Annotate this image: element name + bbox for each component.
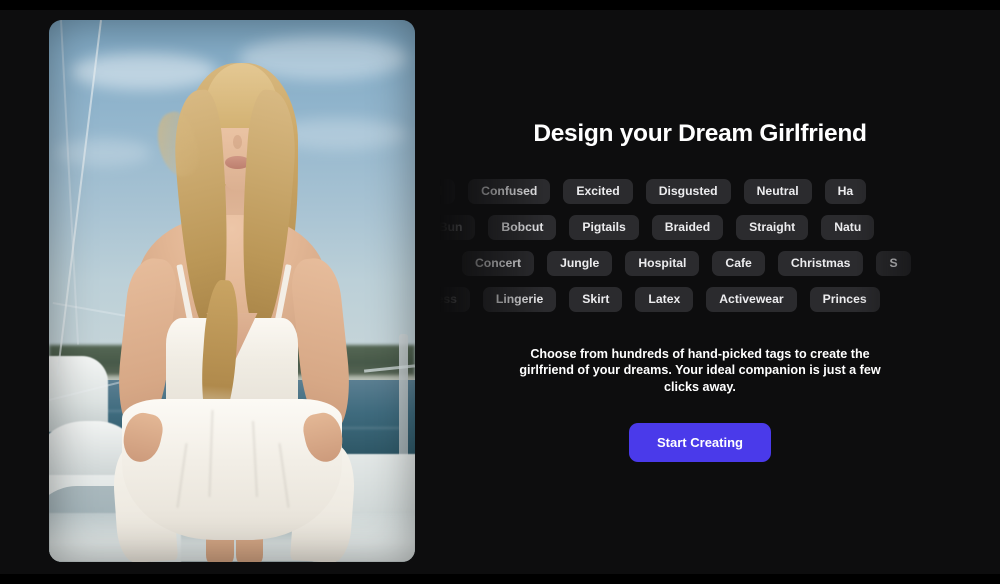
app-screen: Design your Dream Girlfriend rised Confu… [0,0,1000,584]
tag-chip[interactable]: Skirt [569,286,623,313]
hero-description: Choose from hundreds of hand-picked tags… [519,346,881,394]
tag-row-outfit: Dress Lingerie Skirt Latex Activewear Pr… [440,282,960,318]
tag-chip[interactable]: Lingerie [482,286,557,313]
photo-subject [49,20,415,562]
tag-row-hairstyle: ssy Bun Bobcut Pigtails Braided Straight… [440,210,960,246]
tag-chip[interactable]: S [876,250,911,277]
tag-chip[interactable]: Bobcut [488,214,557,241]
hero-content: Design your Dream Girlfriend rised Confu… [440,20,960,562]
tag-chip[interactable]: Ha [824,178,867,205]
top-chrome-bar [0,0,1000,10]
hero-photo-image [49,20,415,562]
start-creating-button[interactable]: Start Creating [629,423,771,463]
tag-chip[interactable]: rised [440,178,456,205]
tag-chip[interactable]: Natu [821,214,875,241]
tag-chip[interactable]: Straight [736,214,809,241]
tag-chip[interactable]: Hospital [625,250,700,277]
tag-chip[interactable]: Neutral [743,178,812,205]
tag-chip[interactable]: Cafe [712,250,765,277]
tag-chip[interactable]: Dress [440,286,470,313]
tag-chip[interactable]: Pigtails [569,214,639,241]
tag-chip[interactable]: Christmas [777,250,864,277]
tag-chip[interactable]: Jungle [547,250,613,277]
tag-chip[interactable]: Concert [462,250,535,277]
bottom-chrome-bar [0,574,1000,584]
tag-row-scene: Concert Jungle Hospital Cafe Christmas S [462,246,960,282]
tag-marquee: rised Confused Excited Disgusted Neutral… [440,174,960,318]
page-title: Design your Dream Girlfriend [533,119,867,147]
tag-chip[interactable]: ssy Bun [440,214,476,241]
tag-chip[interactable]: Princes [809,286,880,313]
tag-chip[interactable]: Disgusted [645,178,731,205]
tag-chip[interactable]: Activewear [706,286,797,313]
tag-chip[interactable]: Latex [635,286,694,313]
tag-chip[interactable]: Confused [468,178,551,205]
tag-chip[interactable]: Braided [651,214,724,241]
page-background: Design your Dream Girlfriend rised Confu… [0,10,1000,574]
tag-chip[interactable]: Excited [563,178,633,205]
tag-row-emotion: rised Confused Excited Disgusted Neutral… [440,174,960,210]
subject-nose [232,134,243,149]
hero-photo [49,20,415,562]
